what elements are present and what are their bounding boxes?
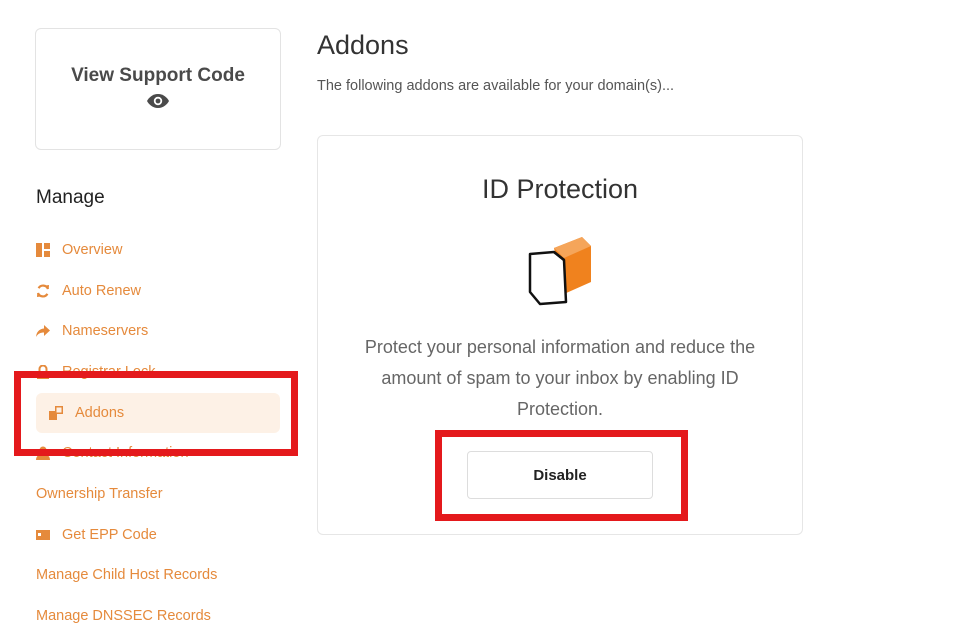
sidebar-item-label: Auto Renew — [62, 283, 141, 299]
sidebar-item-label: Contact Information — [62, 445, 189, 461]
sidebar-item-manage-dnssec-records[interactable]: Manage DNSSEC Records — [36, 605, 211, 627]
sidebar-item-label: Overview — [62, 242, 123, 258]
sidebar-item-label: Get EPP Code — [62, 527, 157, 543]
support-code-title: View Support Code — [71, 65, 245, 86]
sidebar-item-overview[interactable]: Overview — [36, 239, 122, 261]
addon-title: ID Protection — [481, 174, 639, 204]
sidebar-item-contact-information[interactable]: Contact Information — [36, 442, 189, 464]
dashboard-icon — [36, 243, 50, 257]
page-subtitle: The following addons are available for y… — [317, 78, 675, 94]
sidebar-item-label: Nameservers — [62, 323, 149, 339]
sidebar-item-manage-child-host-records[interactable]: Manage Child Host Records — [36, 564, 217, 586]
disable-button[interactable]: Disable — [467, 451, 653, 499]
user-icon — [36, 446, 50, 460]
sidebar-item-label: Manage DNSSEC Records — [36, 608, 211, 624]
sidebar-item-ownership-transfer[interactable]: Ownership Transfer — [36, 483, 163, 505]
sidebar-item-addons[interactable]: Addons — [36, 393, 280, 433]
cubes-icon — [49, 406, 63, 420]
sidebar-item-nameservers[interactable]: Nameservers — [36, 320, 148, 342]
shield-icon — [528, 237, 591, 306]
sidebar-item-get-epp-code[interactable]: Get EPP Code — [36, 524, 157, 546]
refresh-icon — [36, 284, 50, 298]
id-card-icon — [36, 528, 50, 542]
share-arrow-icon — [36, 324, 50, 338]
sidebar-item-label: Ownership Transfer — [36, 486, 163, 502]
sidebar-item-auto-renew[interactable]: Auto Renew — [36, 280, 141, 302]
manage-heading: Manage — [36, 187, 105, 208]
sidebar-item-label: Addons — [75, 405, 125, 421]
view-support-code-card[interactable]: View Support Code — [35, 28, 281, 150]
sidebar-item-registrar-lock[interactable]: Registrar Lock — [36, 361, 155, 383]
lock-icon — [36, 365, 50, 379]
addon-card-id-protection: ID Protection Protect your personal info… — [317, 135, 803, 535]
page-title: Addons — [317, 30, 409, 60]
sidebar-item-label: Registrar Lock — [62, 364, 156, 380]
eye-icon — [147, 94, 169, 108]
sidebar-item-label: Manage Child Host Records — [36, 567, 218, 583]
addon-description: Protect your personal information and re… — [364, 337, 756, 419]
